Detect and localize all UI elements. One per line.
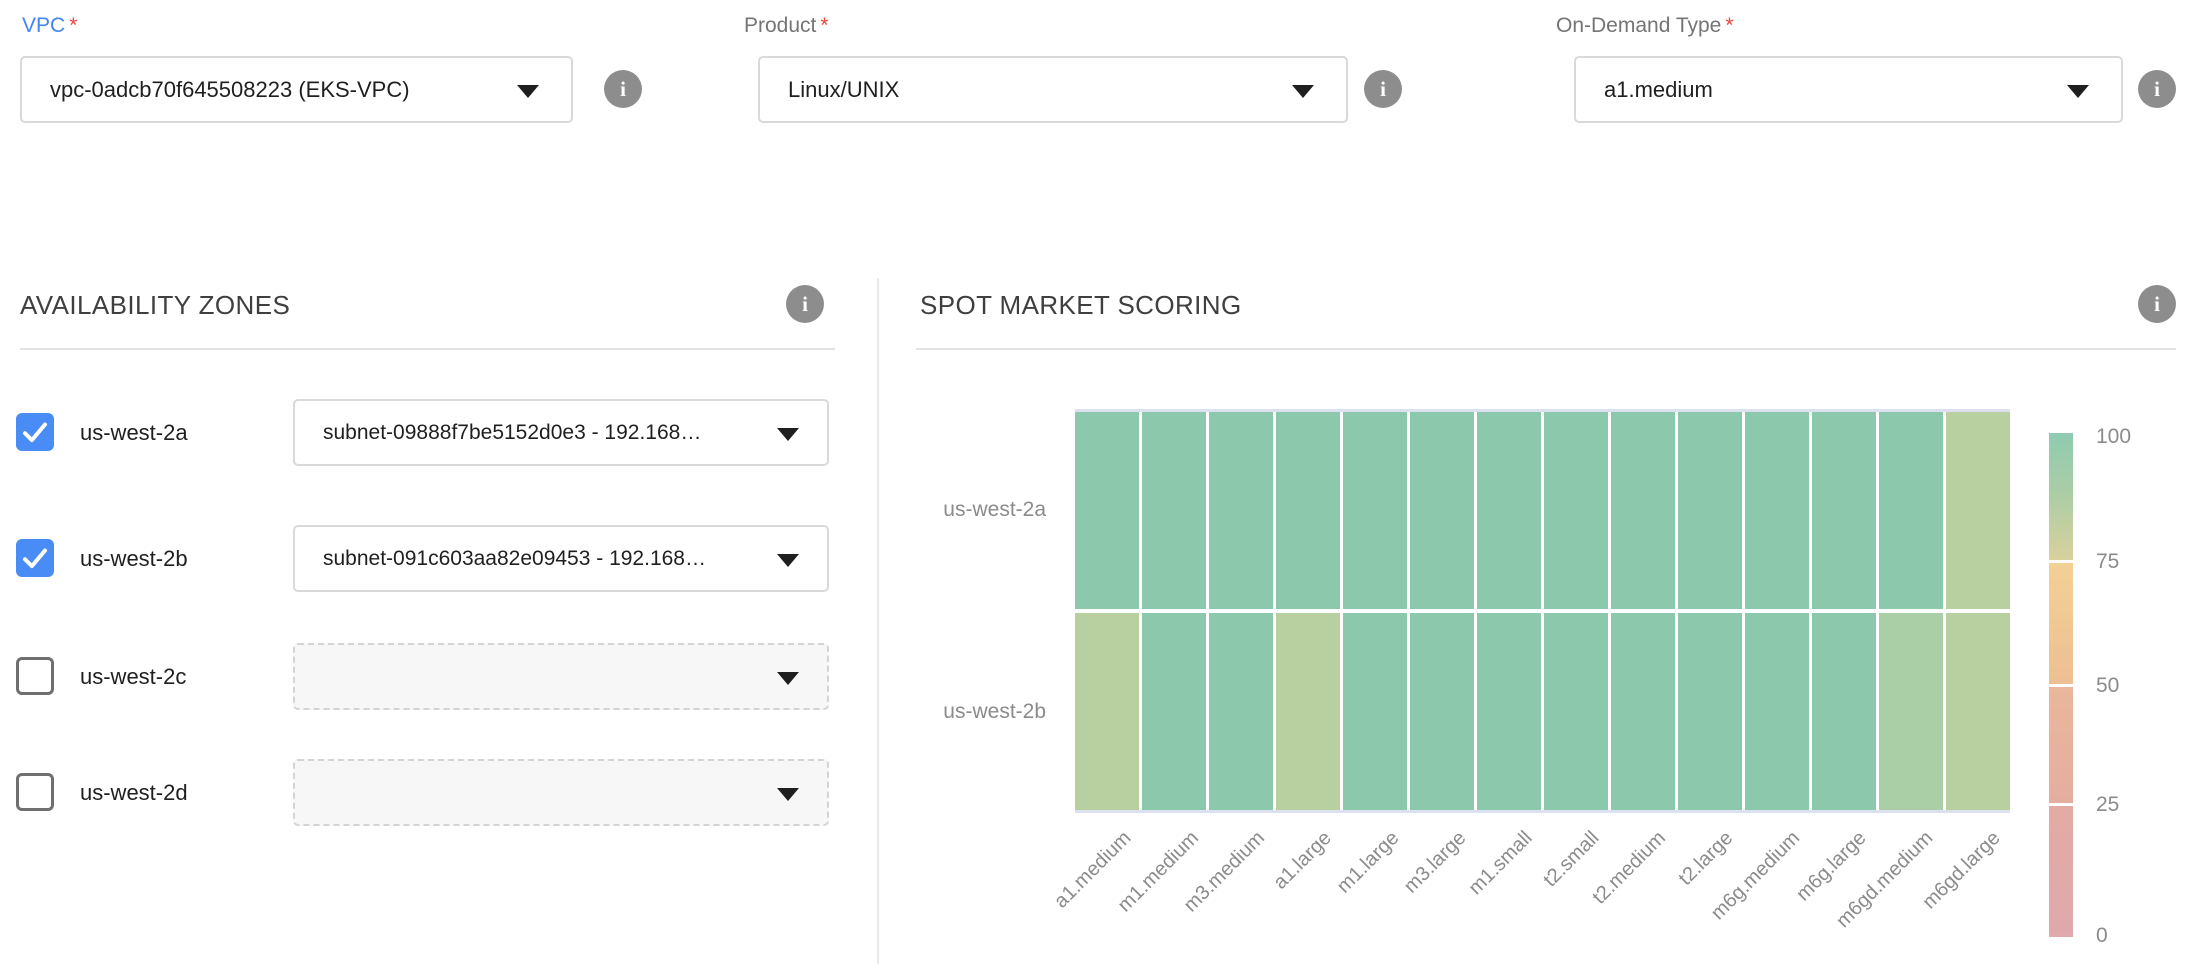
chevron-down-icon bbox=[517, 85, 539, 98]
heatmap-cell-us-west-2a-m1.small bbox=[1477, 412, 1541, 609]
checkbox-us-west-2b[interactable] bbox=[16, 539, 54, 577]
colorbar-tick-100: 100 bbox=[2096, 425, 2131, 449]
required-asterisk: * bbox=[820, 14, 828, 37]
zone-label: us-west-2c bbox=[80, 664, 186, 690]
zone-label: us-west-2a bbox=[80, 420, 188, 446]
subnet-select-value: subnet-09888f7be5152d0e3 - 192.168… bbox=[295, 421, 827, 445]
heatmap-cell-us-west-2b-a1.large bbox=[1276, 613, 1340, 810]
heatmap-cell-us-west-2b-m6g.large bbox=[1812, 613, 1876, 810]
chevron-down-icon bbox=[777, 428, 799, 441]
check-icon bbox=[20, 417, 50, 447]
heatmap-cell-us-west-2a-t2.small bbox=[1544, 412, 1608, 609]
subnet-select-us-west-2d[interactable] bbox=[293, 759, 829, 826]
heatmap-cell-us-west-2a-m6gd.medium bbox=[1879, 412, 1943, 609]
colorbar-tick-50: 50 bbox=[2096, 674, 2119, 698]
heatmap-cell-us-west-2a-m1.medium bbox=[1142, 412, 1206, 609]
heatmap-cell-us-west-2a-m3.medium bbox=[1209, 412, 1273, 609]
subnet-select-value: subnet-091c603aa82e09453 - 192.168… bbox=[295, 547, 827, 571]
chevron-down-icon bbox=[777, 672, 799, 685]
checkbox-us-west-2c[interactable] bbox=[16, 657, 54, 695]
zone-label: us-west-2b bbox=[80, 546, 188, 572]
checkbox-us-west-2d[interactable] bbox=[16, 773, 54, 811]
on-demand-type-label: On-Demand Type* bbox=[1556, 14, 1734, 38]
heatmap-x-label-t2.small: t2.small bbox=[1539, 827, 1604, 892]
product-label: Product* bbox=[744, 14, 829, 38]
required-asterisk: * bbox=[69, 14, 77, 37]
colorbar-tick-75: 75 bbox=[2096, 550, 2119, 574]
heatmap-x-label-a1.large: a1.large bbox=[1270, 827, 1337, 894]
spot-market-scoring-title: SPOT MARKET SCORING bbox=[920, 290, 1242, 321]
score-colorbar bbox=[2049, 433, 2073, 937]
vpc-select[interactable]: vpc-0adcb70f645508223 (EKS-VPC) bbox=[20, 56, 573, 123]
check-icon bbox=[20, 543, 50, 573]
heatmap-cell-us-west-2b-m6gd.large bbox=[1946, 613, 2010, 810]
product-select[interactable]: Linux/UNIX bbox=[758, 56, 1348, 123]
colorbar-segment-50-25 bbox=[2049, 687, 2073, 803]
heatmap-row-label-us-west-2b: us-west-2b bbox=[880, 700, 1046, 724]
heatmap-cell-us-west-2a-a1.medium bbox=[1075, 412, 1139, 609]
zone-label: us-west-2d bbox=[80, 780, 188, 806]
heatmap-x-label-m1.large: m1.large bbox=[1333, 827, 1404, 898]
section-rule bbox=[20, 348, 835, 350]
heatmap-cell-us-west-2a-a1.large bbox=[1276, 412, 1340, 609]
heatmap-cell-us-west-2a-m1.large bbox=[1343, 412, 1407, 609]
product-select-value: Linux/UNIX bbox=[760, 77, 1346, 103]
heatmap-x-label-t2.large: t2.large bbox=[1674, 827, 1737, 890]
heatmap-cell-us-west-2a-m6g.medium bbox=[1745, 412, 1809, 609]
vpc-label: VPC* bbox=[22, 14, 77, 38]
heatmap-cell-us-west-2b-m6gd.medium bbox=[1879, 613, 1943, 810]
chevron-down-icon bbox=[777, 554, 799, 567]
on-demand-type-select[interactable]: a1.medium bbox=[1574, 56, 2123, 123]
vpc-select-value: vpc-0adcb70f645508223 (EKS-VPC) bbox=[22, 77, 571, 103]
panel-divider bbox=[877, 278, 879, 964]
heatmap-x-label-m3.large: m3.large bbox=[1399, 827, 1470, 898]
heatmap-cell-us-west-2b-m1.medium bbox=[1142, 613, 1206, 810]
availability-zones-title: AVAILABILITY ZONES bbox=[20, 290, 290, 321]
heatmap-x-axis-labels: a1.mediumm1.mediumm3.mediuma1.largem1.la… bbox=[1075, 827, 2010, 964]
vpc-info-icon[interactable]: i bbox=[604, 70, 642, 108]
heatmap-cell-us-west-2b-m3.medium bbox=[1209, 613, 1273, 810]
heatmap-x-label-m1.small: m1.small bbox=[1465, 827, 1538, 900]
chevron-down-icon bbox=[777, 788, 799, 801]
heatmap-cell-us-west-2a-m6g.large bbox=[1812, 412, 1876, 609]
colorbar-segment-75-50 bbox=[2049, 563, 2073, 684]
chevron-down-icon bbox=[2067, 85, 2089, 98]
colorbar-segment-100-75 bbox=[2049, 433, 2073, 560]
heatmap-cell-us-west-2a-t2.large bbox=[1678, 412, 1742, 609]
product-info-icon[interactable]: i bbox=[1364, 70, 1402, 108]
heatmap-cell-us-west-2b-m3.large bbox=[1410, 613, 1474, 810]
heatmap-cell-us-west-2b-t2.small bbox=[1544, 613, 1608, 810]
subnet-select-us-west-2c[interactable] bbox=[293, 643, 829, 710]
chevron-down-icon bbox=[1292, 85, 1314, 98]
section-rule bbox=[916, 348, 2176, 350]
checkbox-us-west-2a[interactable] bbox=[16, 413, 54, 451]
heatmap-cell-us-west-2a-m3.large bbox=[1410, 412, 1474, 609]
colorbar-segment-25-0 bbox=[2049, 806, 2073, 937]
subnet-select-us-west-2b[interactable]: subnet-091c603aa82e09453 - 192.168… bbox=[293, 525, 829, 592]
on-demand-type-select-value: a1.medium bbox=[1576, 77, 2121, 103]
colorbar-tick-0: 0 bbox=[2096, 924, 2108, 948]
heatmap-cell-us-west-2b-m1.large bbox=[1343, 613, 1407, 810]
heatmap-cell-us-west-2b-a1.medium bbox=[1075, 613, 1139, 810]
spot-market-heatmap bbox=[1075, 409, 2010, 813]
heatmap-cell-us-west-2b-m1.small bbox=[1477, 613, 1541, 810]
heatmap-cell-us-west-2a-t2.medium bbox=[1611, 412, 1675, 609]
availability-zones-info-icon[interactable]: i bbox=[786, 285, 824, 323]
heatmap-cell-us-west-2a-m6gd.large bbox=[1946, 412, 2010, 609]
heatmap-cell-us-west-2b-t2.large bbox=[1678, 613, 1742, 810]
heatmap-row-label-us-west-2a: us-west-2a bbox=[880, 498, 1046, 522]
required-asterisk: * bbox=[1725, 14, 1733, 37]
heatmap-cell-us-west-2b-t2.medium bbox=[1611, 613, 1675, 810]
spot-market-scoring-info-icon[interactable]: i bbox=[2138, 285, 2176, 323]
heatmap-cell-us-west-2b-m6g.medium bbox=[1745, 613, 1809, 810]
subnet-select-us-west-2a[interactable]: subnet-09888f7be5152d0e3 - 192.168… bbox=[293, 399, 829, 466]
on-demand-type-info-icon[interactable]: i bbox=[2138, 70, 2176, 108]
spot-configuration-page: VPC* vpc-0adcb70f645508223 (EKS-VPC) i P… bbox=[0, 0, 2196, 964]
colorbar-tick-25: 25 bbox=[2096, 793, 2119, 817]
